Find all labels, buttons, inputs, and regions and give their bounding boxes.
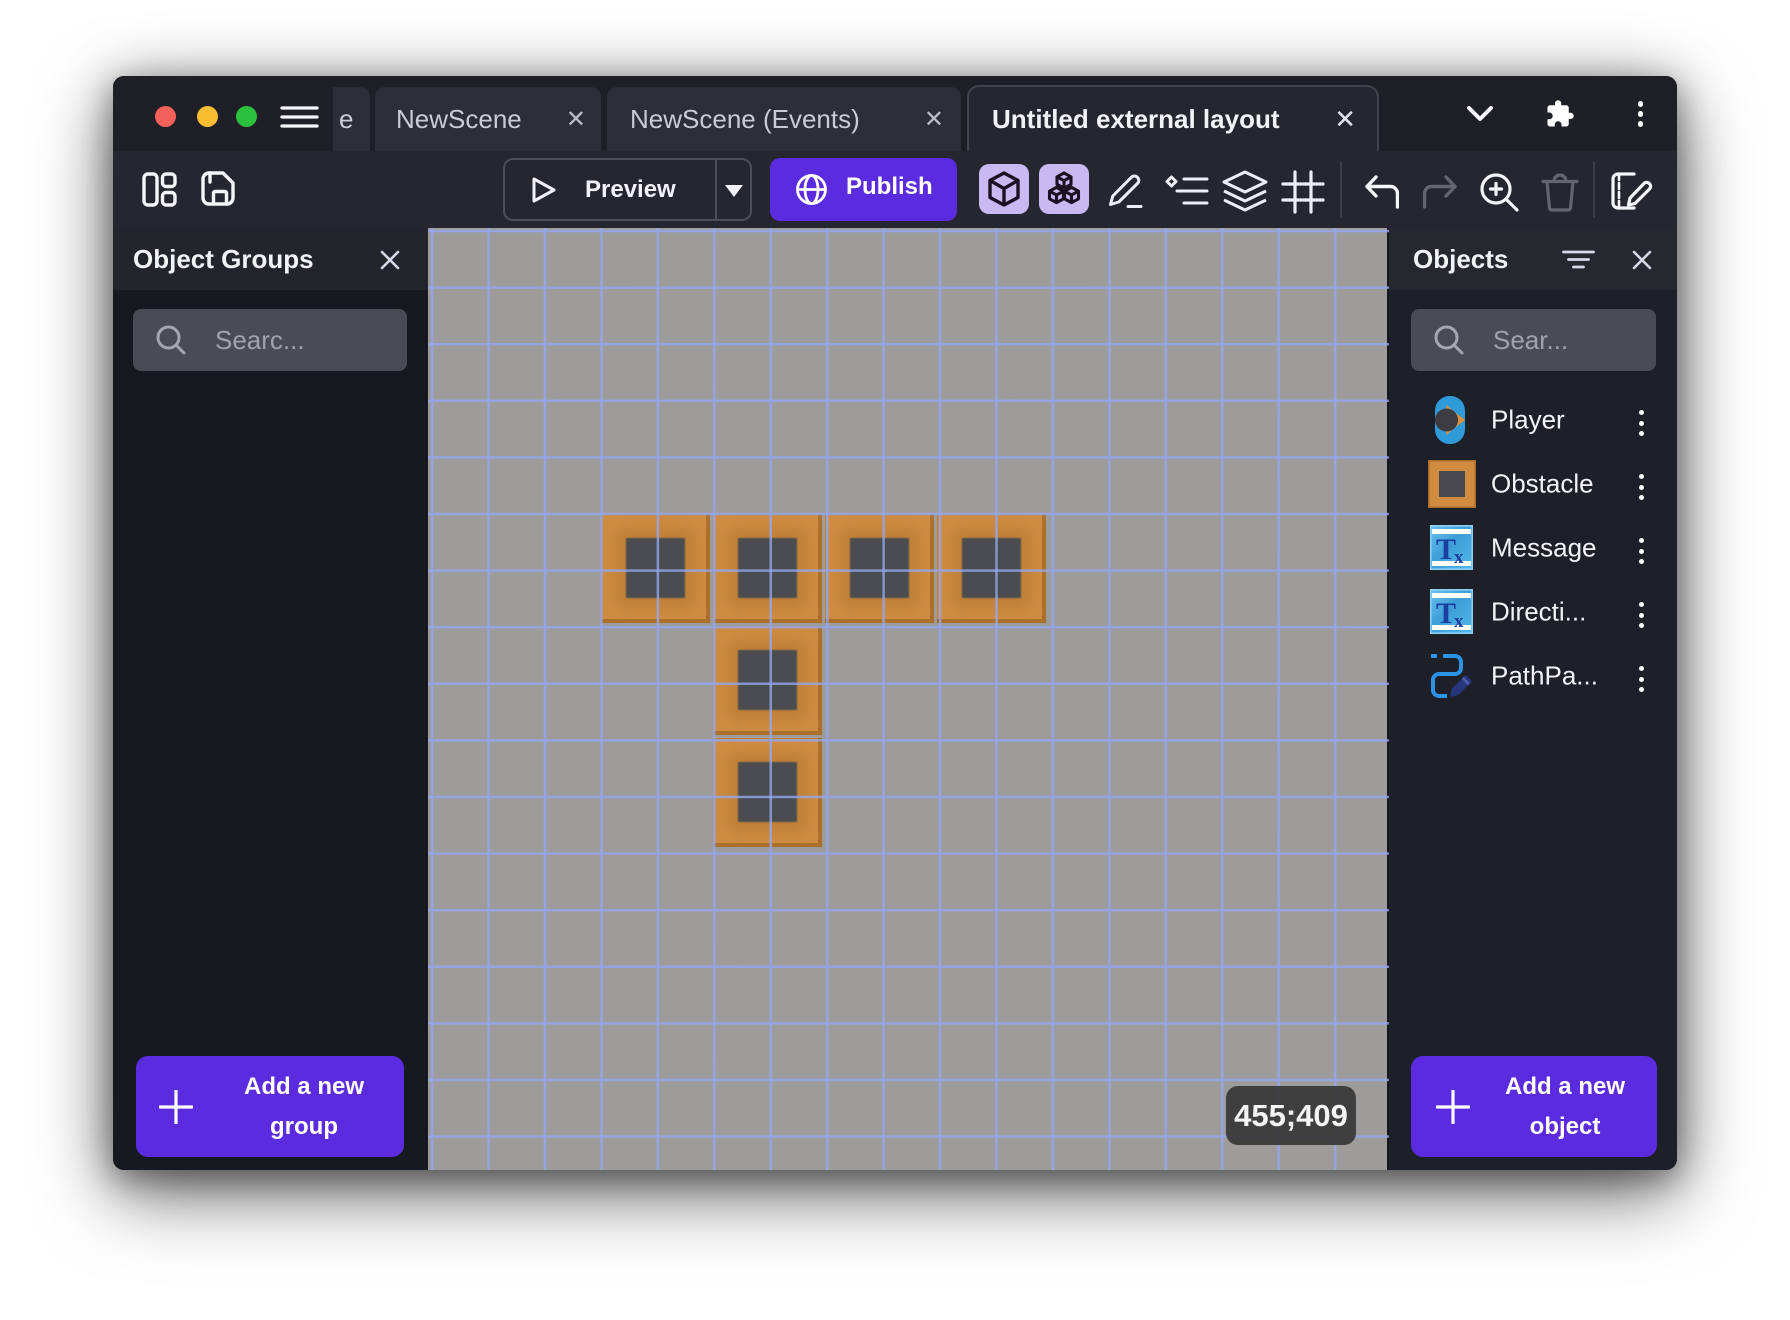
svg-text:x: x [1454,611,1464,632]
svg-text:T: T [1436,533,1456,566]
svg-text:T: T [1436,597,1456,630]
svg-text:x: x [1454,547,1464,568]
